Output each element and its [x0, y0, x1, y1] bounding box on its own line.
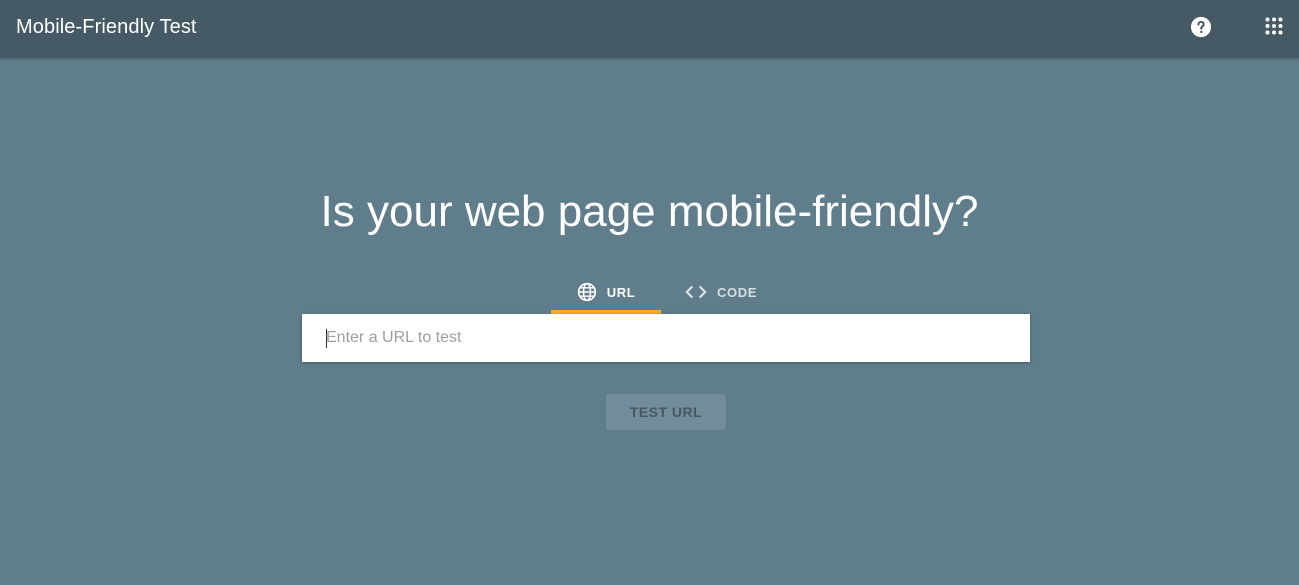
code-brackets-icon: [685, 285, 707, 299]
tab-url[interactable]: URL: [551, 270, 661, 314]
test-url-button[interactable]: TEST URL: [606, 394, 726, 430]
url-input[interactable]: [326, 314, 1016, 362]
page-headline: Is your web page mobile-friendly?: [320, 187, 979, 236]
text-cursor: [326, 329, 327, 348]
top-app-bar: Mobile-Friendly Test: [0, 0, 1299, 58]
apps-button[interactable]: [1265, 17, 1283, 35]
help-button[interactable]: [1190, 16, 1212, 38]
url-input-container: [302, 314, 1030, 362]
tab-code[interactable]: CODE: [661, 270, 781, 314]
tab-url-label: URL: [606, 284, 636, 300]
globe-icon: [577, 282, 596, 302]
apps-grid-icon: [1265, 17, 1283, 35]
app-title: Mobile-Friendly Test: [16, 16, 197, 38]
help-circle-icon: [1190, 16, 1212, 38]
input-mode-tabs: URL CODE: [551, 270, 781, 314]
tab-code-label: CODE: [717, 284, 757, 300]
